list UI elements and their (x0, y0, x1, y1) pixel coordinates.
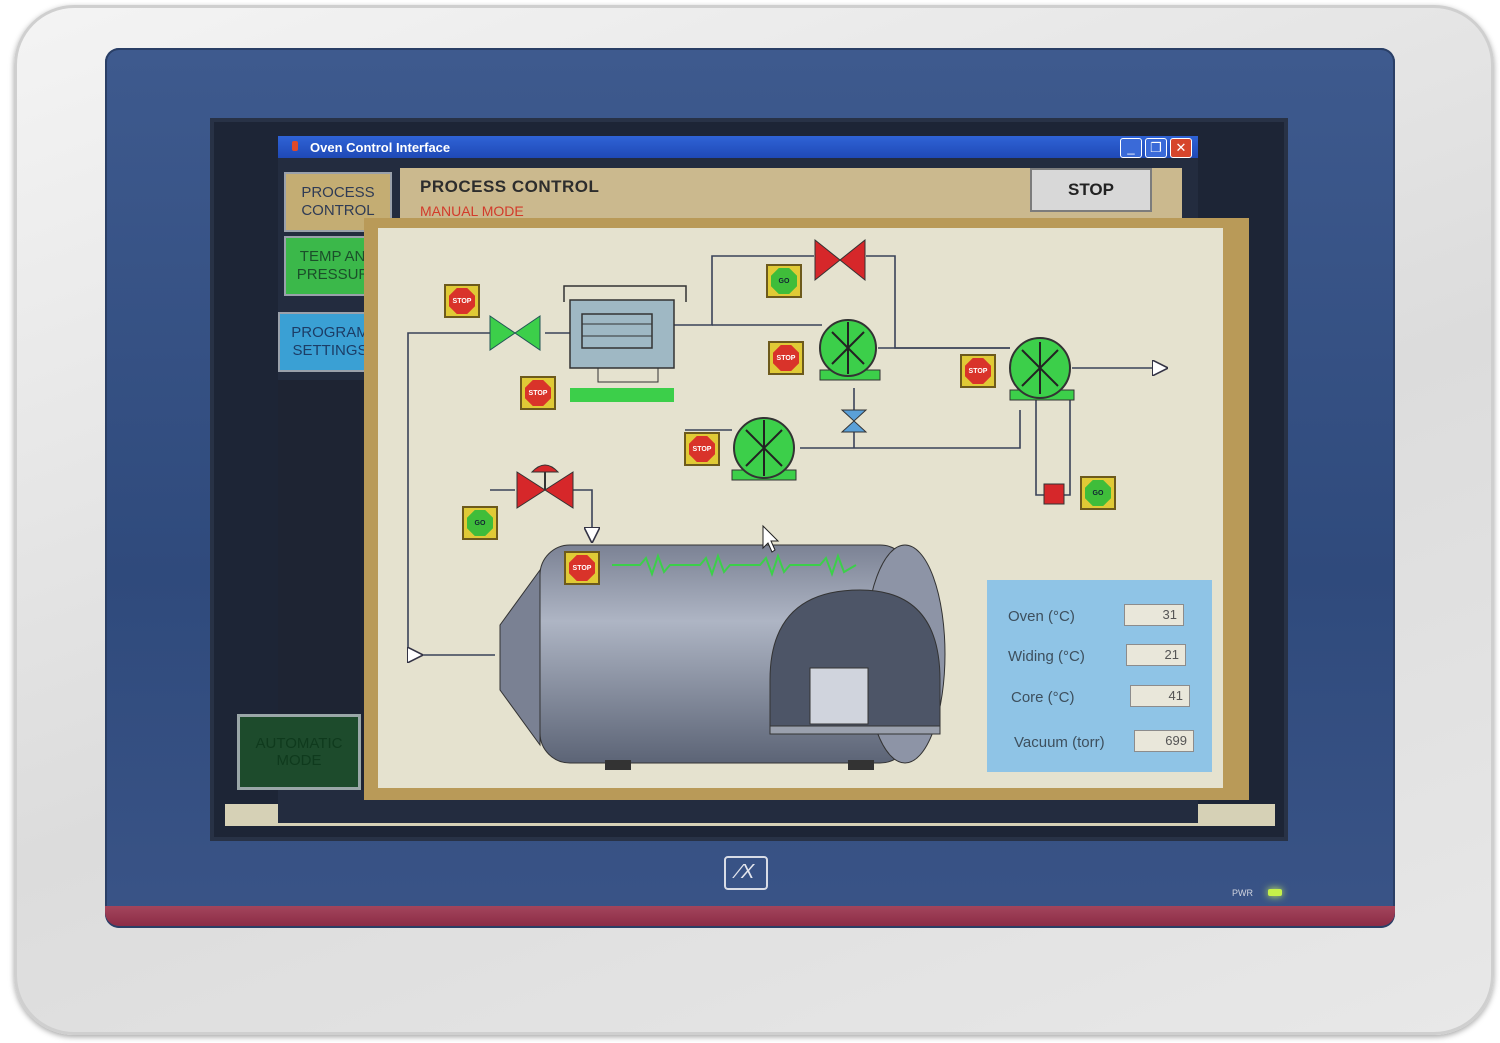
stop-icon: STOP (773, 345, 799, 371)
stop-tag-vessel[interactable]: STOP (564, 551, 600, 585)
readout-label-winding: Widing (°C) (1008, 648, 1085, 665)
pipe-return (407, 332, 495, 656)
stop-icon: STOP (449, 288, 475, 314)
stop-tag-oven[interactable]: STOP (520, 376, 556, 410)
go-tag-vent-valve[interactable]: GO (462, 506, 498, 540)
stop-icon: STOP (525, 380, 551, 406)
readout-value-core: 41 (1130, 685, 1190, 707)
stop-icon: STOP (965, 358, 991, 384)
loop-damper-icon (1043, 483, 1065, 505)
stop-icon: STOP (569, 555, 595, 581)
green-valve-icon (489, 315, 541, 351)
pump-2-icon (1009, 337, 1075, 401)
red-valve-top-icon (814, 238, 866, 282)
readout-value-winding: 21 (1126, 644, 1186, 666)
stop-tag-pump-2[interactable]: STOP (960, 354, 996, 388)
readout-label-oven: Oven (°C) (1008, 608, 1075, 625)
go-icon: GO (1085, 480, 1111, 506)
go-icon: GO (467, 510, 493, 536)
go-tag-top-valve[interactable]: GO (766, 264, 802, 298)
pipe-bypass (866, 255, 1010, 349)
small-valve-icon (840, 409, 868, 433)
readout-label-core: Core (°C) (1011, 689, 1075, 706)
pipe-pump3-out (800, 410, 1021, 449)
pipe-loop-left (1035, 400, 1048, 496)
red-actuated-valve-icon (516, 464, 574, 509)
process-diagram-graphics (407, 238, 1500, 770)
readout-label-vacuum: Vacuum (torr) (1014, 734, 1105, 751)
go-tag-loop[interactable]: GO (1080, 476, 1116, 510)
pipe-vent-out (573, 489, 592, 540)
stop-tag-valve-inlet[interactable]: STOP (444, 284, 480, 318)
oven-unit (563, 285, 687, 402)
stop-tag-pump-3[interactable]: STOP (684, 432, 720, 466)
readout-value-vacuum: 699 (1134, 730, 1194, 752)
pipe-loop-right (1062, 400, 1071, 496)
stop-icon: STOP (689, 436, 715, 462)
pump-1-icon (819, 319, 881, 381)
stop-tag-pump-1[interactable]: STOP (768, 341, 804, 375)
readout-value-oven: 31 (1124, 604, 1184, 626)
go-icon: GO (771, 268, 797, 294)
pump-3-icon (731, 417, 797, 481)
